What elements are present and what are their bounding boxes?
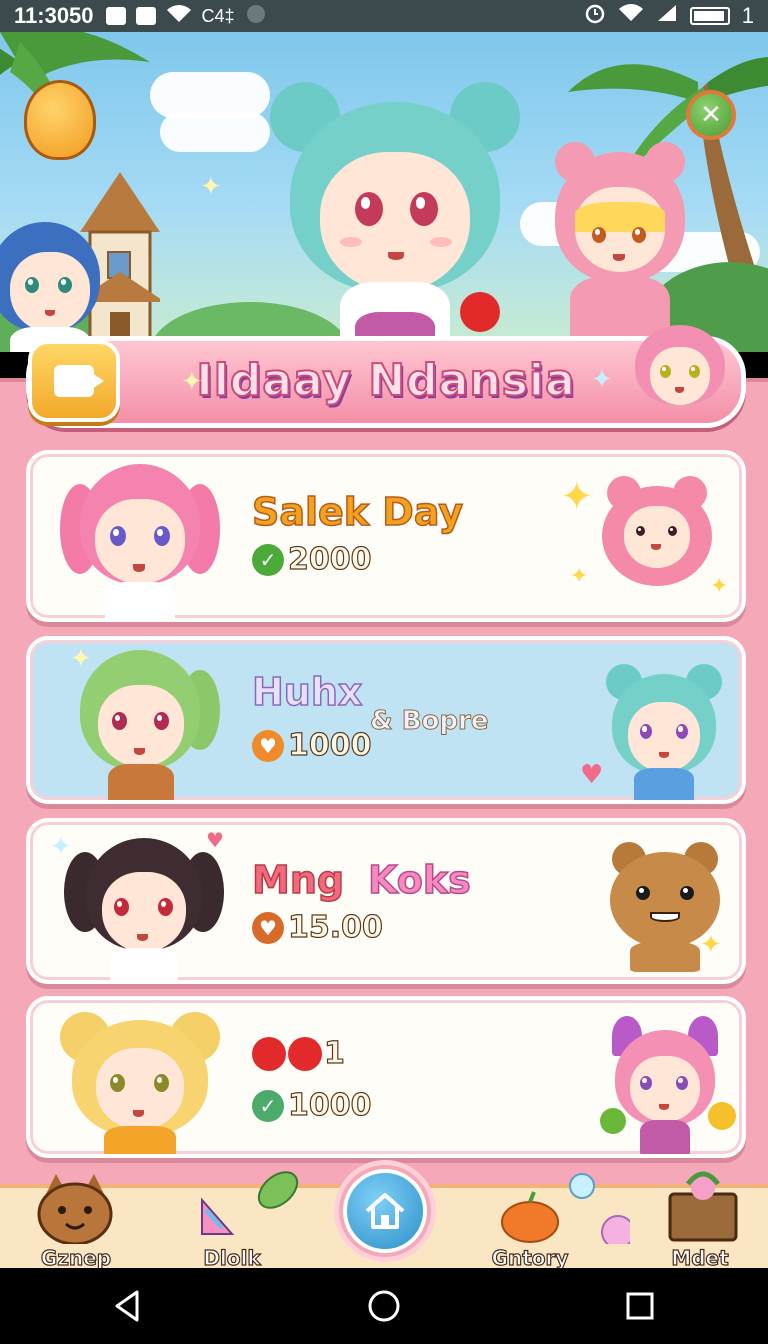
event-card[interactable]: Mng Koks ♥ 15.00 ✦ ♥ ✦ [26,818,746,984]
home-button[interactable] [334,1160,436,1262]
price-value: 2000 [287,541,372,577]
nav-item-gntory[interactable]: Gntory [470,1173,630,1272]
card-title: Mng [251,857,345,903]
card-price: ✓ 2000 [252,541,372,578]
battery-label: 1 [741,3,754,28]
sparkle-icon: ✦ [570,564,589,589]
blue-hair-character [0,222,110,352]
pink-cat-character [600,1016,736,1154]
sparkle-icon: ✦ [591,365,613,395]
system-navigation-bar [0,1268,768,1344]
message-icon [135,7,156,25]
close-button[interactable]: ✕ [686,90,736,140]
price-value: 1000 [287,727,372,763]
pink-hood-character [550,142,690,352]
card-price: ♥ 1000 [252,727,372,764]
check-coin-icon: ✓ [252,543,284,576]
sparkle-icon: ✦ [70,644,92,674]
pink-bear-icon [602,476,712,586]
card-price: ✓ 1000 [252,1087,372,1124]
square-recents-icon [626,1292,654,1320]
sparkle-icon: ✦ [710,574,729,599]
nav-label: Mdet [671,1245,730,1270]
apple-count: 1 [323,1035,345,1071]
title-banner: Ildaay Ndansia ✦ ✦ [26,325,746,428]
sparkle-icon: ✦ [200,172,222,202]
event-card[interactable]: 1 ✓ 1000 [26,996,746,1158]
sparkle-icon: ✦ [50,832,72,862]
pink-twintail-character [60,464,220,618]
green-hair-character [70,650,220,800]
battery-icon [689,7,730,25]
lantern-icon [24,80,96,160]
dark-hair-character [64,838,224,980]
card-price: ♥ 15.00 [252,909,384,946]
carrier-label: C4‡ [201,5,235,26]
cat-icon [37,1174,113,1244]
nav-label: Gntory [491,1245,569,1270]
apple-icon [460,292,500,332]
treasure-chest-icon [668,1171,738,1242]
card-title: 1 [252,1035,345,1072]
apple-icon [288,1036,322,1071]
heart-coin-icon: ♥ [252,911,284,944]
brown-bear-icon [610,842,720,972]
ticket-button[interactable] [28,340,120,422]
recents-button[interactable] [610,1276,670,1336]
blonde-character [60,1012,220,1154]
status-bar: 11:3050 C4‡ 1 [0,0,768,32]
banner-pink-character [635,325,725,429]
home-icon [365,1193,405,1229]
main-character [270,72,520,352]
wifi-icon [166,4,192,29]
card-subtitle: & Bopre [369,706,489,737]
back-icon [115,1290,139,1322]
card-title: Huhx [251,669,363,715]
price-value: 15.00 [287,909,383,945]
price-value: 1000 [287,1087,372,1123]
cell-signal-icon [656,3,678,29]
card-title: Salek Day [251,489,464,535]
sparkle-icon: ✦ [560,474,594,520]
sync-icon [245,3,267,30]
home-button-inner [343,1169,427,1253]
check-coin-icon: ✓ [252,1089,284,1122]
nav-label: Gznep [40,1245,112,1270]
heart-icon: ♥ [206,828,224,852]
teal-hair-character [604,664,724,800]
notification-icon [105,7,126,25]
nav-label: Dlolk [203,1245,262,1270]
alarm-icon [584,2,606,30]
home-system-button[interactable] [354,1276,414,1336]
status-time: 11:3050 [14,3,94,28]
apple-icon [252,1036,286,1071]
nav-item-gznep[interactable]: Gznep [16,1174,136,1272]
sparkle-icon: ✦ [181,367,203,397]
nav-item-mdet[interactable]: Mdet [640,1171,760,1272]
fruit-icon [501,1173,630,1244]
nav-item-dlolk[interactable]: Dlolk [172,1171,299,1272]
event-card[interactable]: Salek Day ✓ 2000 ✦ ✦ ✦ [26,450,746,622]
scene-background: ✦ ✕ [0,32,768,352]
ticket-icon [54,365,104,397]
signal-wifi-icon [618,3,644,29]
back-button[interactable] [98,1276,158,1336]
heart-coin-icon: ♥ [252,729,284,762]
event-card[interactable]: Huhx & Bopre ♥ 1000 ✦ ♥ [26,636,746,804]
circle-home-icon [368,1290,400,1322]
heart-icon: ♥ [580,760,604,790]
card-title-secondary: Koks [367,857,471,903]
party-hat-icon [201,1171,299,1235]
